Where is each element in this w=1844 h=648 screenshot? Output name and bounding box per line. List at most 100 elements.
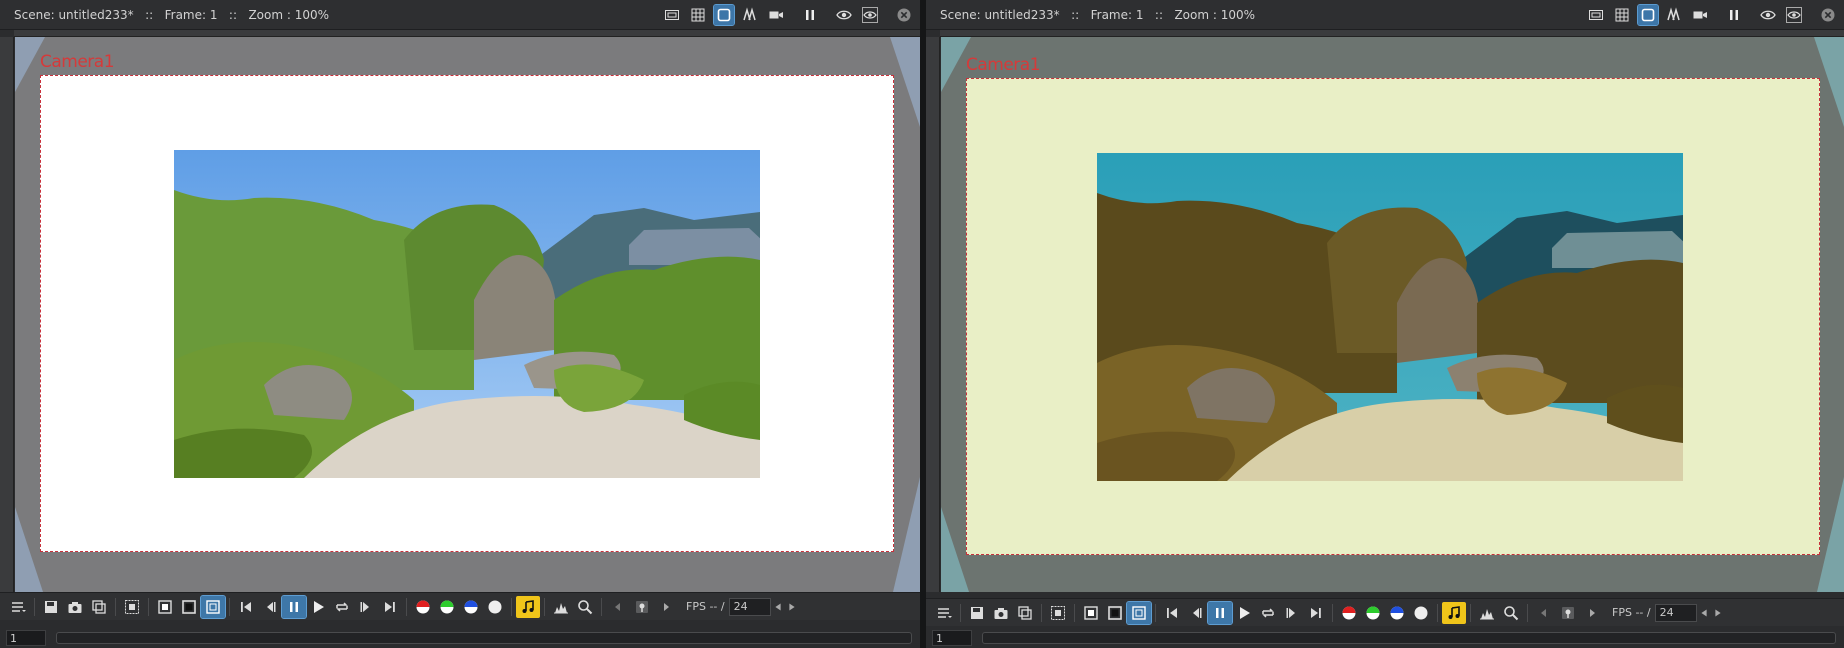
freeze-icon[interactable] [1724, 5, 1744, 25]
green-channel-icon[interactable] [1361, 602, 1385, 624]
camera-icon[interactable] [1690, 5, 1710, 25]
last-frame-icon[interactable] [378, 596, 402, 618]
toolbar-separator [1470, 603, 1471, 622]
menu-icon[interactable] [932, 602, 956, 624]
prev-key-icon[interactable] [1532, 602, 1556, 624]
freeze-icon[interactable] [800, 5, 820, 25]
snapshot-icon[interactable] [989, 602, 1013, 624]
first-frame-icon[interactable] [234, 596, 258, 618]
checker-bg-icon[interactable] [1126, 600, 1152, 625]
toolbar-separator [511, 597, 512, 616]
define-region-icon[interactable] [120, 596, 144, 618]
blue-channel-icon[interactable] [459, 596, 483, 618]
preview-eye-icon[interactable] [1758, 5, 1778, 25]
3d-view-icon[interactable] [1664, 5, 1684, 25]
camera-label: Camera1 [966, 55, 1041, 75]
field-guide-icon[interactable] [688, 5, 708, 25]
black-bg-icon[interactable] [177, 596, 201, 618]
camera-icon[interactable] [766, 5, 786, 25]
camera-view-icon[interactable] [713, 4, 735, 26]
fps-increment-icon[interactable] [785, 596, 799, 618]
locator-icon[interactable] [1556, 602, 1580, 624]
menu-icon[interactable] [6, 596, 30, 618]
white-bg-icon[interactable] [153, 596, 177, 618]
toolbar-separator [34, 597, 35, 616]
frame-field[interactable] [932, 630, 972, 646]
fps-increment-icon[interactable] [1711, 602, 1725, 624]
viewer-toolbar: FPS -- / [0, 592, 920, 620]
sub-camera-preview-icon[interactable] [1784, 5, 1804, 25]
viewer-canvas[interactable]: Camera1 [941, 37, 1844, 592]
safe-area-icon[interactable] [1586, 5, 1606, 25]
header-icon-group [1586, 4, 1838, 26]
compare-icon[interactable] [87, 596, 111, 618]
red-channel-icon[interactable] [1337, 602, 1361, 624]
prev-frame-icon[interactable] [1184, 602, 1208, 624]
histogram-icon[interactable] [1475, 602, 1499, 624]
loop-icon[interactable] [1256, 602, 1280, 624]
histogram-icon[interactable] [549, 596, 573, 618]
save-icon[interactable] [965, 602, 989, 624]
first-frame-icon[interactable] [1160, 602, 1184, 624]
loop-icon[interactable] [330, 596, 354, 618]
alpha-channel-icon[interactable] [1409, 602, 1433, 624]
fps-label: FPS -- / [1612, 606, 1651, 619]
viewer-canvas[interactable]: Camera1 [15, 37, 920, 592]
vertical-ruler[interactable] [926, 37, 940, 592]
pause-icon[interactable] [1207, 600, 1233, 625]
magnifier-icon[interactable] [573, 596, 597, 618]
alpha-channel-icon[interactable] [483, 596, 507, 618]
vertical-ruler[interactable] [0, 37, 14, 592]
safe-area-icon[interactable] [662, 5, 682, 25]
compare-icon[interactable] [1013, 602, 1037, 624]
preview-eye-icon[interactable] [834, 5, 854, 25]
play-icon[interactable] [1232, 602, 1256, 624]
toolbar-separator [1437, 603, 1438, 622]
next-frame-icon[interactable] [354, 596, 378, 618]
viewer-toolbar: FPS -- / [926, 598, 1844, 626]
horizontal-ruler[interactable] [940, 30, 1844, 37]
camera-label: Camera1 [40, 52, 115, 72]
fps-field[interactable] [1654, 603, 1697, 622]
white-bg-icon[interactable] [1079, 602, 1103, 624]
horizontal-ruler[interactable] [14, 30, 920, 37]
toolbar-separator [1041, 603, 1042, 622]
green-channel-icon[interactable] [435, 596, 459, 618]
toolbar-separator [1527, 603, 1528, 622]
header-icon-group [662, 4, 914, 26]
red-channel-icon[interactable] [411, 596, 435, 618]
sub-camera-preview-icon[interactable] [860, 5, 880, 25]
next-key-icon[interactable] [654, 596, 678, 618]
sound-icon[interactable] [516, 595, 540, 618]
pause-icon[interactable] [281, 594, 307, 619]
blue-channel-icon[interactable] [1385, 602, 1409, 624]
prev-key-icon[interactable] [606, 596, 630, 618]
next-key-icon[interactable] [1580, 602, 1604, 624]
frame-bar [926, 628, 1844, 648]
next-frame-icon[interactable] [1280, 602, 1304, 624]
save-icon[interactable] [39, 596, 63, 618]
camera-view-icon[interactable] [1637, 4, 1659, 26]
frame-slider[interactable] [56, 632, 912, 644]
locator-icon[interactable] [630, 596, 654, 618]
fps-field[interactable] [728, 597, 771, 616]
last-frame-icon[interactable] [1304, 602, 1328, 624]
close-icon[interactable] [1818, 5, 1838, 25]
close-icon[interactable] [894, 5, 914, 25]
fps-decrement-icon[interactable] [771, 596, 785, 618]
fps-label: FPS -- / [686, 600, 725, 613]
play-icon[interactable] [306, 596, 330, 618]
black-bg-icon[interactable] [1103, 602, 1127, 624]
toolbar-separator [601, 597, 602, 616]
frame-field[interactable] [6, 630, 46, 646]
field-guide-icon[interactable] [1612, 5, 1632, 25]
checker-bg-icon[interactable] [200, 594, 226, 619]
sound-icon[interactable] [1442, 601, 1466, 624]
magnifier-icon[interactable] [1499, 602, 1523, 624]
prev-frame-icon[interactable] [258, 596, 282, 618]
define-region-icon[interactable] [1046, 602, 1070, 624]
3d-view-icon[interactable] [740, 5, 760, 25]
frame-slider[interactable] [982, 632, 1836, 644]
snapshot-icon[interactable] [63, 596, 87, 618]
fps-decrement-icon[interactable] [1697, 602, 1711, 624]
